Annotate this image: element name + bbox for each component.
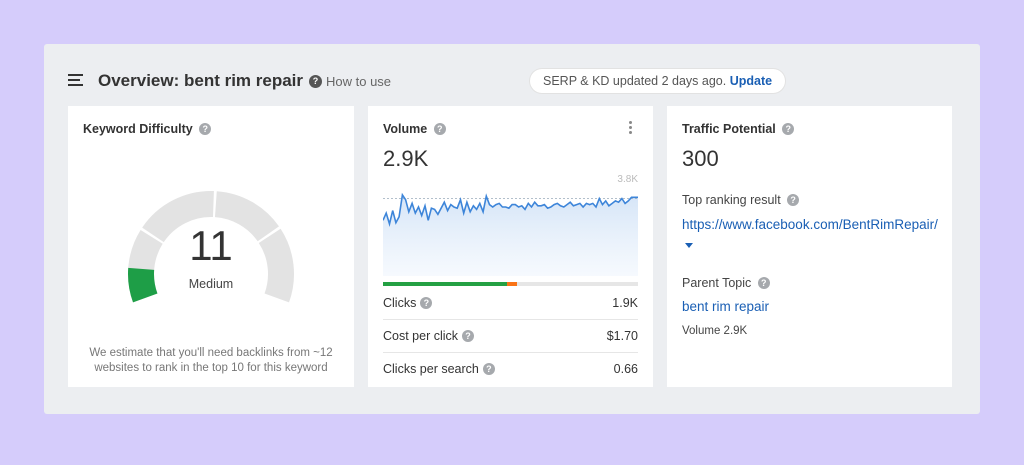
volume-card: Volume ? 2.9K 3.8K Clicks? 1.9K Cost per…	[368, 106, 653, 387]
metric-label: Cost per click	[383, 329, 459, 343]
top-ranking-label: Top ranking result ?	[682, 193, 800, 207]
volume-title-label: Volume	[383, 122, 428, 136]
keyword-difficulty-card: Keyword Difficulty ? 11 Medium We estima…	[68, 106, 354, 387]
kd-level: Medium	[188, 277, 234, 291]
help-icon[interactable]: ?	[420, 296, 433, 309]
tp-title: Traffic Potential ?	[682, 122, 795, 136]
no-clicks-segment	[516, 282, 638, 286]
metric-clicks-per-search: Clicks per search? 0.66	[383, 353, 638, 385]
overview-header: Overview: bent rim repair ? How to use SE…	[44, 44, 980, 106]
metric-label: Clicks per search	[383, 362, 479, 376]
serp-status-text: SERP & KD updated 2 days ago.	[543, 74, 727, 88]
kd-note: We estimate that you'll need backlinks f…	[89, 347, 333, 374]
parent-topic-link[interactable]: bent rim repair	[682, 297, 769, 317]
help-icon[interactable]: ?	[482, 362, 495, 375]
top-ranking-url-link[interactable]: https://www.facebook.com/BentRimRepair/	[682, 215, 944, 255]
metric-value: $1.70	[606, 329, 638, 343]
update-link[interactable]: Update	[730, 74, 772, 88]
parent-topic-label: Parent Topic ?	[682, 276, 770, 290]
volume-value: 2.9K	[383, 146, 429, 171]
paid-clicks-segment	[506, 282, 517, 286]
caret-down-icon[interactable]	[685, 242, 693, 248]
kd-value: 11	[189, 222, 233, 269]
tp-help-icon[interactable]: ?	[782, 122, 795, 135]
help-icon[interactable]: ?	[787, 193, 800, 206]
hamburger-menu-icon[interactable]	[68, 74, 83, 86]
question-icon: ?	[309, 75, 322, 89]
volume-title: Volume ?	[383, 122, 446, 136]
parent-topic-volume: Volume 2.9K	[682, 325, 748, 337]
serp-status-badge: SERP & KD updated 2 days ago. Update	[530, 69, 786, 93]
metric-clicks: Clicks? 1.9K	[383, 287, 638, 320]
more-options-icon[interactable]	[629, 121, 633, 136]
help-icon[interactable]: ?	[462, 329, 475, 342]
metric-value: 0.66	[613, 362, 638, 376]
volume-help-icon[interactable]: ?	[433, 122, 446, 135]
traffic-potential-card: Traffic Potential ? 300 Top ranking resu…	[667, 106, 952, 387]
tp-value: 300	[682, 146, 719, 171]
metric-label: Clicks	[383, 296, 417, 310]
clicks-split-bar	[383, 282, 638, 286]
top-ranking-text: Top ranking result	[682, 193, 781, 207]
help-icon[interactable]: ?	[757, 276, 770, 289]
how-to-use-label: How to use	[326, 74, 392, 89]
page-title: Overview: bent rim repair	[98, 71, 304, 90]
overview-panel: Overview: bent rim repair ? How to use SE…	[44, 44, 980, 414]
metric-value: 1.9K	[612, 296, 638, 310]
top-ranking-url: https://www.facebook.com/BentRimRepair/	[682, 217, 938, 232]
organic-clicks-segment	[383, 282, 507, 286]
metric-cpc: Cost per click? $1.70	[383, 320, 638, 353]
volume-trend-chart	[383, 192, 638, 276]
how-to-use-link[interactable]: ? How to use	[309, 74, 391, 89]
parent-topic-text: Parent Topic	[682, 276, 752, 290]
tp-title-label: Traffic Potential	[682, 122, 776, 136]
